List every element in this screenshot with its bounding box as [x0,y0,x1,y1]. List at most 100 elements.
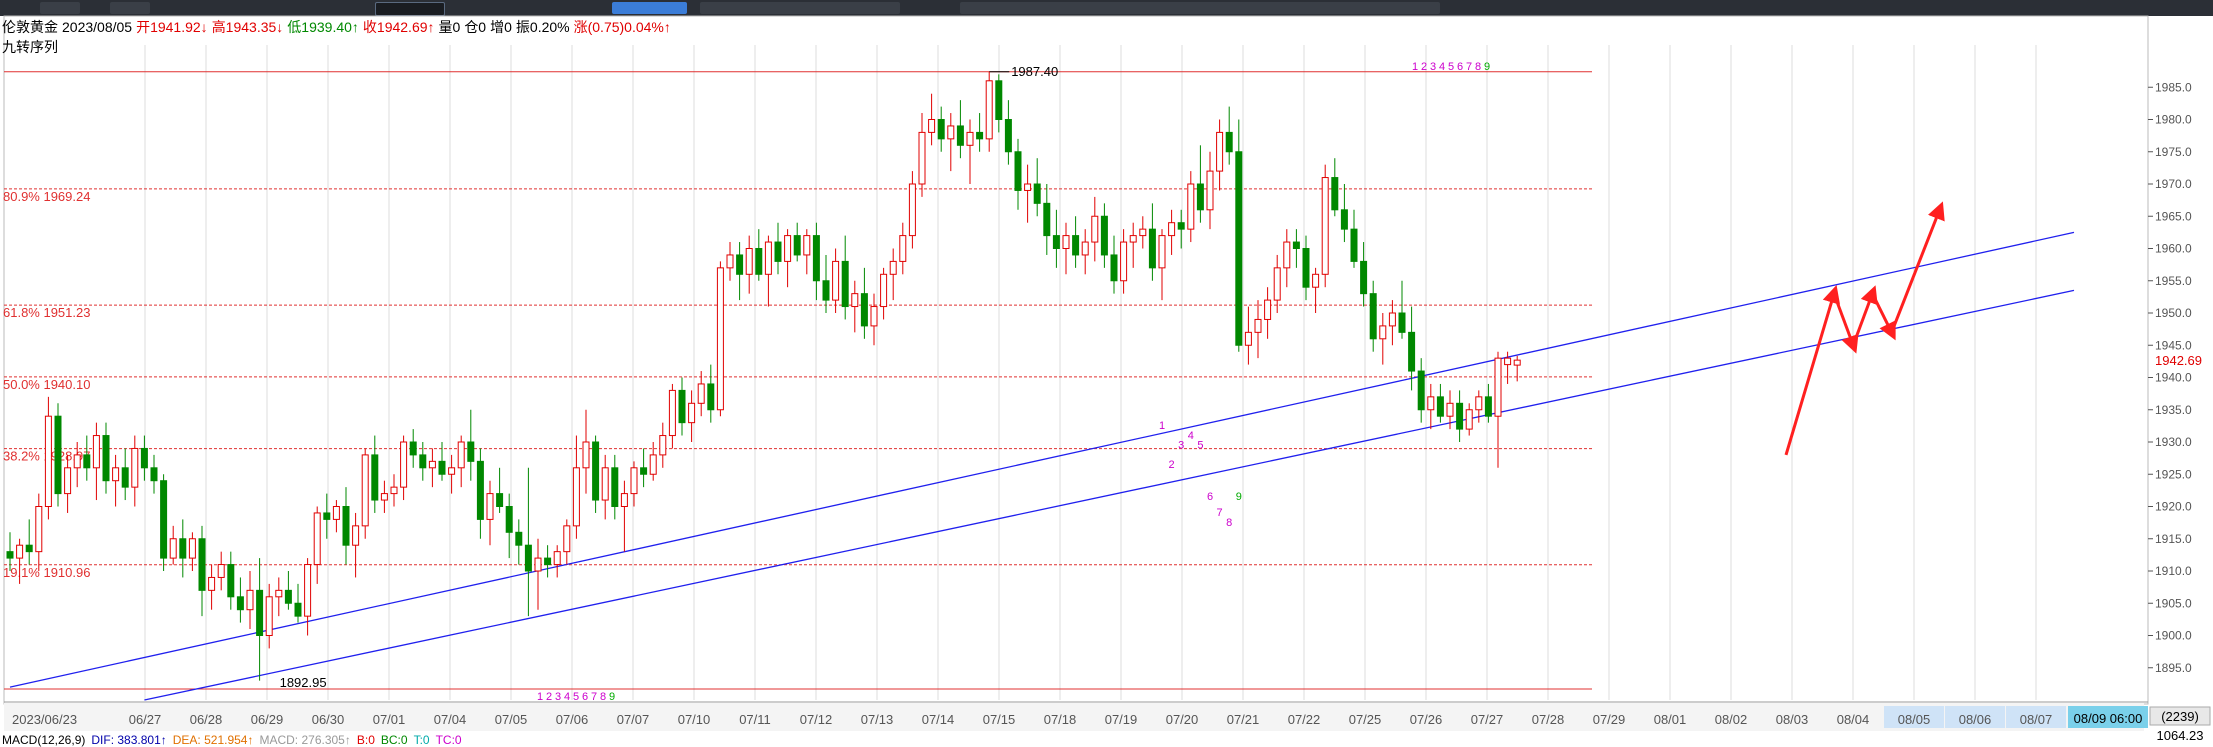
candle-body-up [1427,396,1435,411]
candle-body-down [121,467,129,488]
candle-body-down [1235,151,1243,346]
candle-body-up [217,564,225,578]
candle-body-up [1091,215,1099,243]
candle-body-down [1225,131,1233,153]
candle-body-down [25,544,33,553]
candle-body-down [409,441,417,456]
x-tick-label: 07/06 [556,712,589,727]
candle-body-up [1379,325,1387,340]
candle-body-down [976,131,984,140]
td-bottom-count: 3 [555,691,561,703]
candle-body-up [659,435,667,456]
y-tick-label: 1930.0 [2155,435,2192,449]
candle-body-up [870,306,878,327]
candle-body-up [332,506,340,520]
quote-header: 伦敦黄金 2023/08/05 开1941.92↓ 高1943.35↓ 低1939.40… [2,17,675,37]
candle-body-down [1043,202,1051,237]
candle-body-up [966,131,974,146]
low-price: 低1939.40↑ [287,19,359,35]
candle-body-down [1369,293,1377,340]
y-tick-label: 1920.0 [2155,500,2192,514]
macd-b: B:0 [356,733,375,747]
open-price: 开1941.92↓ [136,19,208,35]
y-tick-label: 1965.0 [2155,209,2192,223]
candle-body-up [208,576,216,591]
candle-body-up [1475,396,1483,411]
candle-body-down [1110,254,1118,282]
x-tick-label: 07/18 [1044,712,1077,727]
td-top-count: 4 [1439,61,1445,73]
td-top-count: 8 [1475,61,1481,73]
candle-body-down [236,596,244,611]
candle-body-up [44,415,52,508]
candle-body-up [1158,235,1166,269]
candle-body-up [572,467,580,527]
x-tick-label: 07/11 [739,712,771,727]
x-tick-label: 06/28 [190,712,223,727]
x-tick-label: 07/27 [1471,712,1504,727]
candle-body-down [841,260,849,308]
macd-tc: TC:0 [435,733,462,747]
candle-body-down [640,467,648,475]
candle-body-down [995,80,1003,121]
candle-body-down [1014,151,1022,191]
td-bottom-count: 6 [582,691,588,703]
candle-body-up [620,493,628,508]
x-tick-label: 07/19 [1105,712,1138,727]
candle-body-down [284,589,292,604]
x-tick-label: 07/10 [678,712,711,727]
candle-body-up [1312,273,1320,288]
candle-body-down [1072,235,1080,256]
macd-t: T:0 [413,733,430,747]
y-tick-label: 1905.0 [2155,596,2192,610]
macd-title: MACD(12,26,9) [2,733,86,747]
candle-body-up [1139,228,1147,237]
y-tick-label: 1970.0 [2155,177,2192,191]
plot-frame [3,15,2149,705]
candle-body-down [150,467,158,482]
candle-body-up [64,467,72,495]
candle-body-up [1273,267,1281,301]
x-tick-label: 07/20 [1166,712,1199,727]
candle-body-down [1292,241,1300,250]
candle-body-up [246,589,254,611]
kline-chart[interactable]: 1895.01900.01905.01910.01915.01920.01925… [0,0,2213,744]
x-tick-label: 08/07 [2020,712,2053,727]
trendline [144,289,2075,701]
x-tick-label: 06/29 [251,712,284,727]
bottom-right-count: (2239) [2161,709,2199,724]
candle-body-up [947,125,955,140]
x-tick-label: 07/12 [800,712,833,727]
candle-body-down [524,544,532,572]
candle-body-up [1513,359,1521,366]
x-tick-label: 06/27 [129,712,162,727]
instrument-name: 伦敦黄金 [2,19,58,35]
candle-body-down [496,493,504,508]
candle-body-up [985,80,993,140]
candle-body-up [908,183,916,237]
candle-body-down [707,383,715,411]
change: 涨(0.75)0.04%↑ [573,19,671,35]
td-bottom-count: 2 [546,691,552,703]
td-bottom-count: 9 [609,691,615,703]
candle-body-down [1196,183,1204,211]
candle-body-up [352,525,360,546]
candle-body-up [1216,131,1224,172]
candle-body-up [1254,318,1262,333]
candle-body-down [438,460,446,475]
candle-body-up [400,441,408,488]
candle-body-down [160,480,168,559]
td-bottom-count: 8 [600,691,606,703]
candle-body-down [6,551,14,559]
candle-body-up [361,454,369,527]
x-tick-label: 07/13 [861,712,894,727]
td-top-count: 3 [1430,61,1436,73]
candle-body-down [256,589,264,636]
projection-arrow [1832,293,1859,354]
candle-body-down [1033,183,1041,204]
y-tick-label: 1980.0 [2155,113,2192,127]
candle-body-up [889,260,897,275]
candle-body-up [457,441,465,469]
candle-body-up [928,119,936,133]
quote-date: 2023/08/05 [62,19,133,35]
